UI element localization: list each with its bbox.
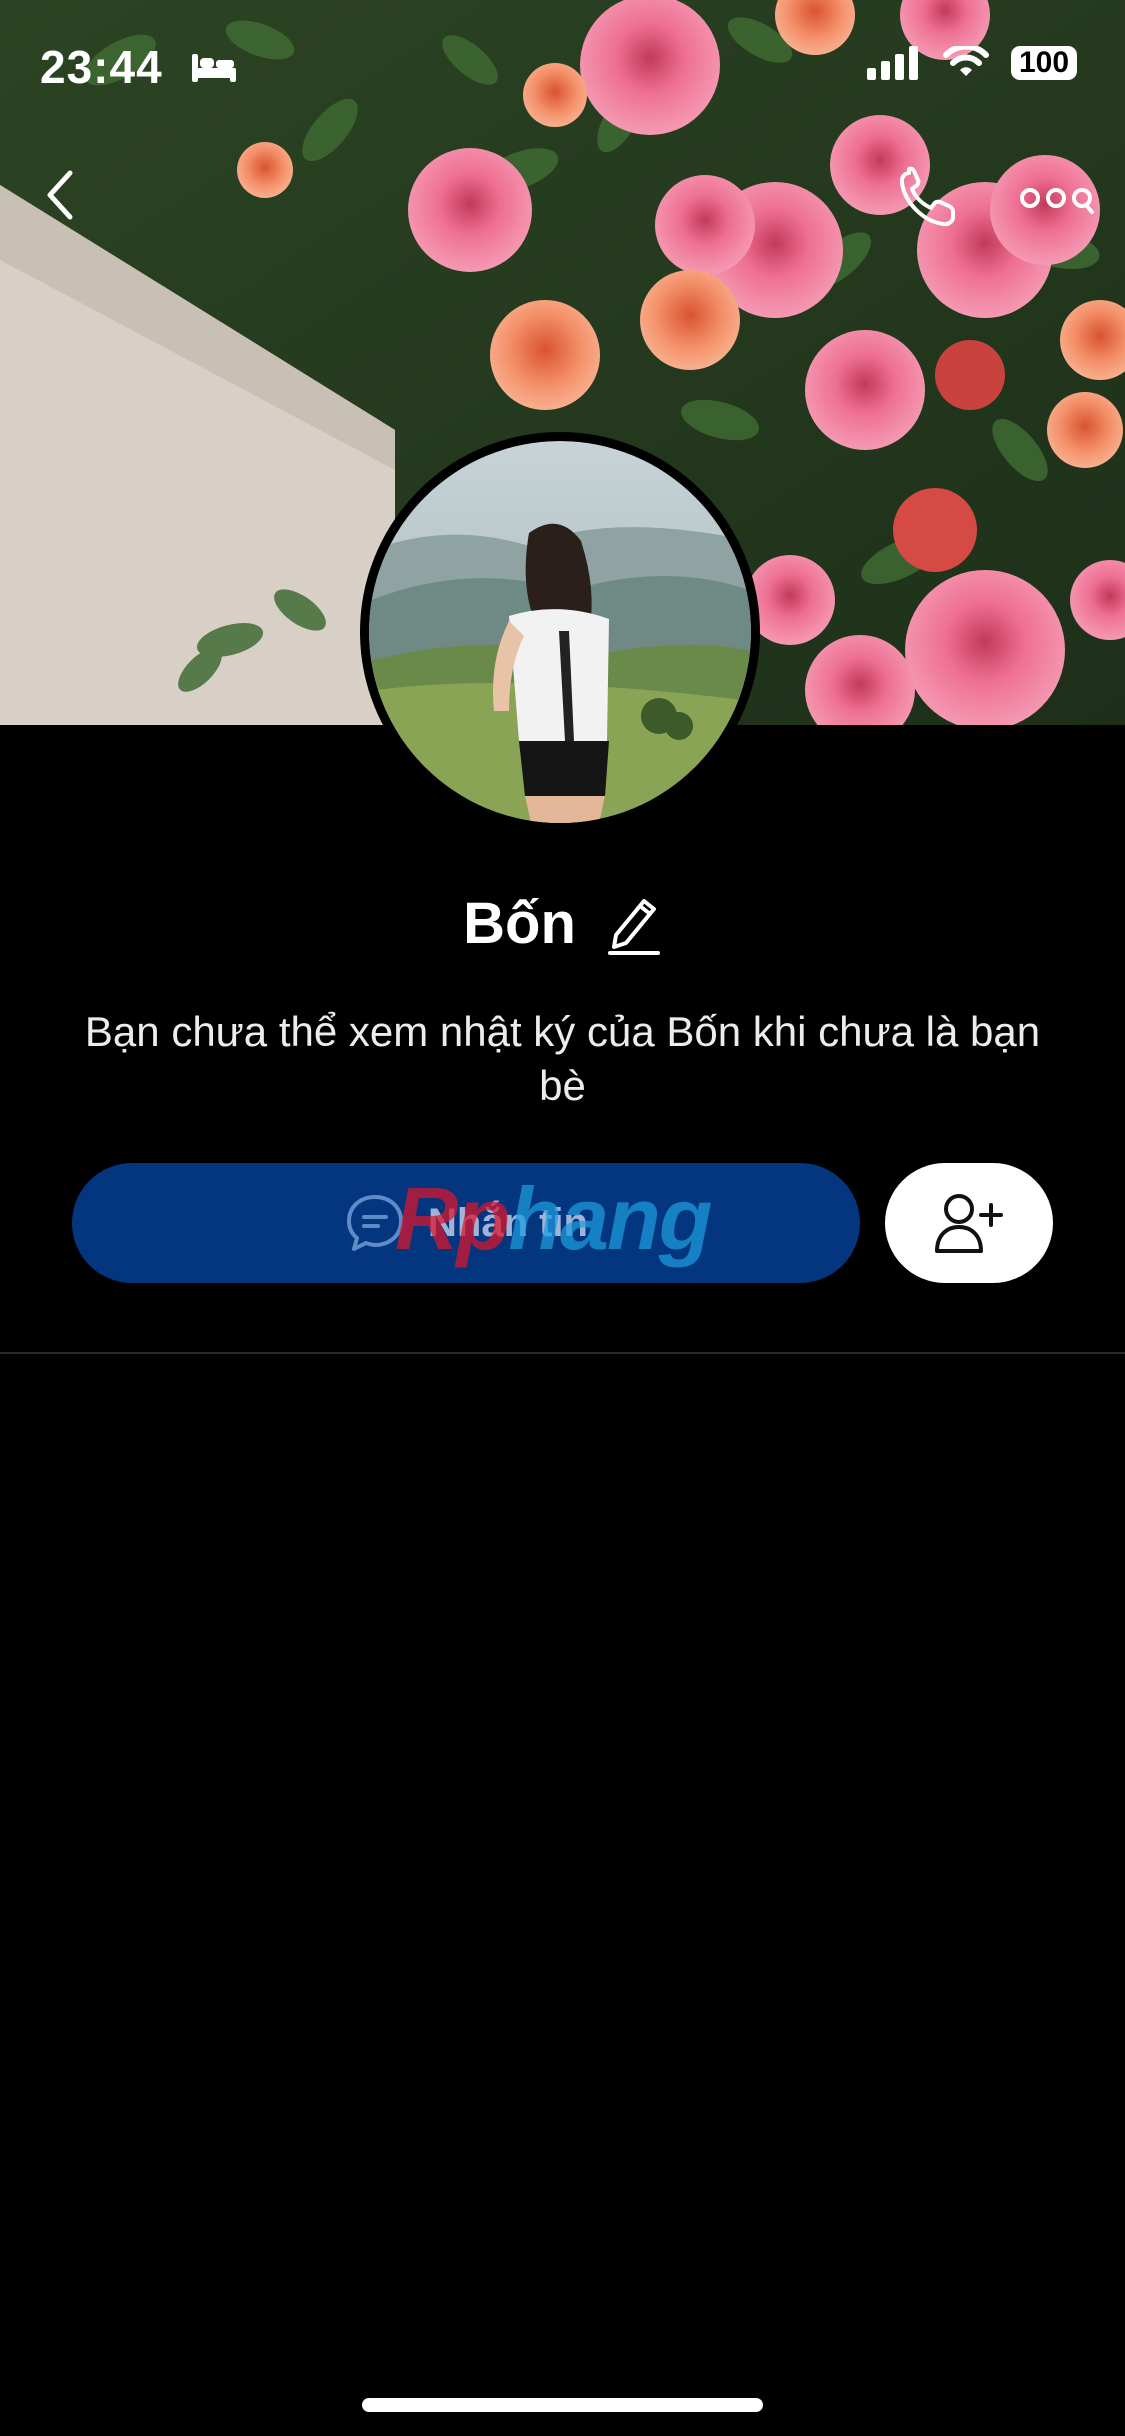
profile-name-row: Bốn	[0, 890, 1125, 957]
chat-bubble-icon	[347, 1195, 403, 1251]
status-bar: 23:44 100	[0, 0, 1125, 140]
more-dots-icon[interactable]	[1020, 180, 1100, 216]
pencil-icon[interactable]	[604, 891, 662, 957]
status-indicators: 100	[867, 46, 1077, 80]
home-indicator[interactable]	[362, 2398, 763, 2412]
profile-name: Bốn	[463, 891, 576, 956]
add-user-icon	[935, 1194, 1003, 1253]
status-time: 23:44	[40, 41, 163, 93]
battery-indicator: 100	[1011, 46, 1077, 80]
privacy-notice: Bạn chưa thể xem nhật ký của Bốn khi chư…	[84, 1008, 1041, 1109]
add-friend-button[interactable]	[885, 1163, 1053, 1283]
message-button[interactable]: Nhắn tin	[72, 1163, 860, 1283]
message-button-label: Nhắn tin	[428, 1200, 588, 1245]
section-divider	[0, 1352, 1125, 1354]
bed-icon	[192, 54, 236, 82]
phone-icon[interactable]	[895, 165, 961, 231]
avatar[interactable]	[360, 432, 760, 832]
profile-screen: 23:44 100 Bốn Bạn chưa thể xem nhật ký c…	[0, 0, 1125, 2436]
wifi-icon	[943, 46, 989, 76]
cellular-signal-icon	[867, 46, 918, 80]
chevron-left-icon[interactable]	[40, 165, 80, 225]
